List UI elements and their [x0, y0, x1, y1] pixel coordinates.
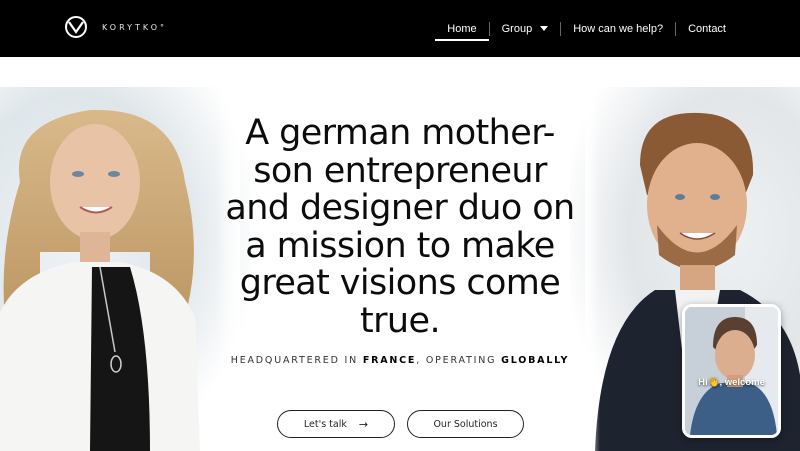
- tagline-scope: GLOBALLY: [501, 355, 570, 366]
- lets-talk-button[interactable]: Let's talk →: [277, 410, 395, 438]
- nav-item-contact[interactable]: Contact: [676, 0, 738, 57]
- nav-item-contact-label: Contact: [688, 22, 726, 35]
- tagline-prefix: HEADQUARTERED IN: [230, 355, 363, 366]
- nav-item-home[interactable]: Home: [435, 0, 489, 57]
- brand-logo[interactable]: KORYTKO°: [64, 15, 167, 39]
- founder-woman-photo: [0, 102, 240, 451]
- tagline-country: FRANCE: [362, 355, 417, 366]
- chevron-down-icon: [540, 26, 549, 31]
- korytko-logo-icon: [65, 16, 87, 38]
- tagline-middle: , OPERATING: [416, 355, 502, 366]
- nav-item-group-label: Group: [501, 22, 533, 35]
- nav-item-help-label: How can we help?: [573, 22, 664, 35]
- brand-name: KORYTKO°: [102, 22, 168, 32]
- hero-tagline: HEADQUARTERED IN FRANCE, OPERATING GLOBA…: [200, 355, 600, 366]
- welcome-video-widget[interactable]: Hi👋, welcome: [682, 304, 781, 438]
- our-solutions-label: Our Solutions: [433, 418, 498, 430]
- video-thumbnail: [685, 307, 778, 435]
- main-menu: Home Group How can we help? Contact: [435, 0, 738, 57]
- video-greeting: Hi👋, welcome: [698, 377, 765, 388]
- lets-talk-label: Let's talk: [303, 418, 347, 430]
- nav-item-group[interactable]: Group: [490, 0, 561, 57]
- hero-headline: A german mother-son entrepreneur and des…: [225, 113, 575, 341]
- our-solutions-button[interactable]: Our Solutions: [407, 410, 524, 438]
- hero-section: A german mother-son entrepreneur and des…: [0, 57, 800, 451]
- arrow-right-icon: →: [358, 417, 369, 431]
- top-navbar: KORYTKO° Home Group How can we help? Con…: [0, 0, 800, 57]
- nav-item-how-can-we-help[interactable]: How can we help?: [561, 0, 675, 57]
- nav-item-home-label: Home: [447, 22, 477, 35]
